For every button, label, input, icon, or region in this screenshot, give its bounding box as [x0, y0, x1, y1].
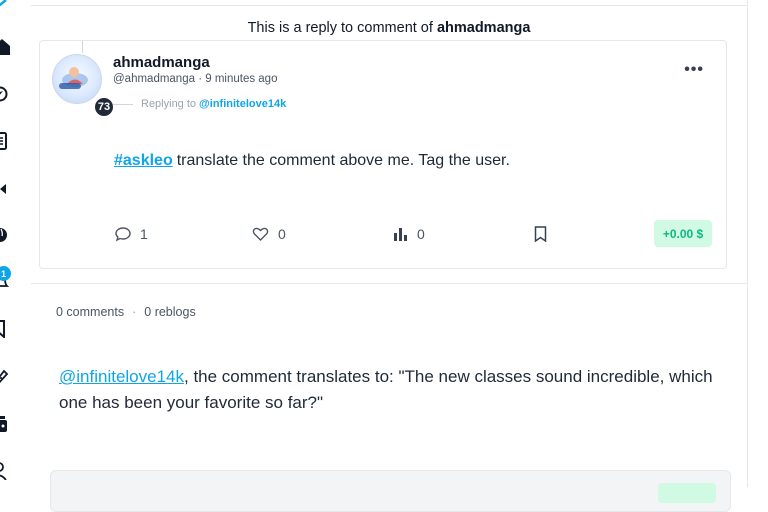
parent-comment-card: 73 ahmadmanga @ahmadmanga · 9 minutes ag…: [39, 40, 727, 269]
tag-icon[interactable]: [0, 368, 10, 386]
vote-button[interactable]: 0: [394, 226, 425, 242]
replying-to-dash: [113, 103, 133, 105]
bookmark-icon[interactable]: [0, 320, 10, 338]
reputation-badge: 73: [93, 96, 115, 118]
payout-button[interactable]: +0.00 $: [654, 220, 712, 247]
profile-icon[interactable]: [0, 462, 10, 480]
pencil-icon[interactable]: [0, 0, 10, 18]
explore-icon[interactable]: [0, 85, 10, 103]
bar-chart-icon: [394, 228, 407, 241]
reply-context-author[interactable]: ahmadmanga: [437, 20, 530, 36]
reply-composer[interactable]: [50, 470, 731, 512]
comments-count-link[interactable]: 0 comments: [56, 305, 124, 319]
posts-icon[interactable]: [0, 132, 10, 150]
stats-separator: ·: [132, 305, 137, 319]
replying-to: Replying to @infinitelove14k: [113, 98, 286, 110]
replying-to-user[interactable]: @infinitelove14k: [199, 98, 286, 110]
heart-icon: [252, 227, 269, 241]
author-meta: @ahmadmanga · 9 minutes ago: [113, 73, 277, 85]
thread-line: [82, 41, 83, 53]
post-time[interactable]: 9 minutes ago: [205, 73, 277, 85]
globe-icon[interactable]: [0, 226, 10, 244]
like-count: 0: [278, 226, 286, 242]
vote-count: 0: [417, 226, 425, 242]
avatar[interactable]: 73: [52, 54, 115, 118]
author-name[interactable]: ahmadmanga: [113, 54, 210, 71]
composer-action-button[interactable]: [658, 483, 716, 503]
sidebar: 1: [0, 0, 32, 487]
reply-body: @infinitelove14k, the comment translates…: [59, 364, 719, 416]
more-options-icon[interactable]: •••: [684, 61, 704, 79]
replying-to-label: Replying to: [141, 98, 197, 110]
wallet-icon[interactable]: [0, 415, 10, 433]
author-handle[interactable]: @ahmadmanga: [113, 73, 195, 85]
reblogs-count-link[interactable]: 0 reblogs: [144, 305, 195, 319]
comment-count: 1: [140, 226, 148, 242]
comment-body: #askleo translate the comment above me. T…: [114, 152, 510, 170]
video-icon[interactable]: [0, 180, 10, 198]
divider: [31, 5, 747, 6]
mention-link[interactable]: @infinitelove14k: [59, 367, 184, 386]
reply-stats: 0 comments · 0 reblogs: [56, 305, 196, 319]
divider: [31, 283, 747, 284]
comment-button[interactable]: 1: [115, 226, 148, 242]
hashtag-link[interactable]: #askleo: [114, 152, 173, 169]
avatar-image: [59, 67, 88, 89]
reply-context-prefix: This is a reply to comment of: [247, 20, 433, 36]
bookmark-button[interactable]: [534, 226, 556, 242]
comment-icon: [115, 227, 131, 242]
comment-text: translate the comment above me. Tag the …: [176, 152, 510, 169]
home-icon[interactable]: [0, 38, 10, 56]
like-button[interactable]: 0: [252, 226, 286, 242]
bookmark-icon: [534, 226, 547, 242]
main-column: This is a reply to comment of ahmadmanga…: [31, 0, 748, 512]
reply-context-header: This is a reply to comment of ahmadmanga: [31, 20, 747, 36]
